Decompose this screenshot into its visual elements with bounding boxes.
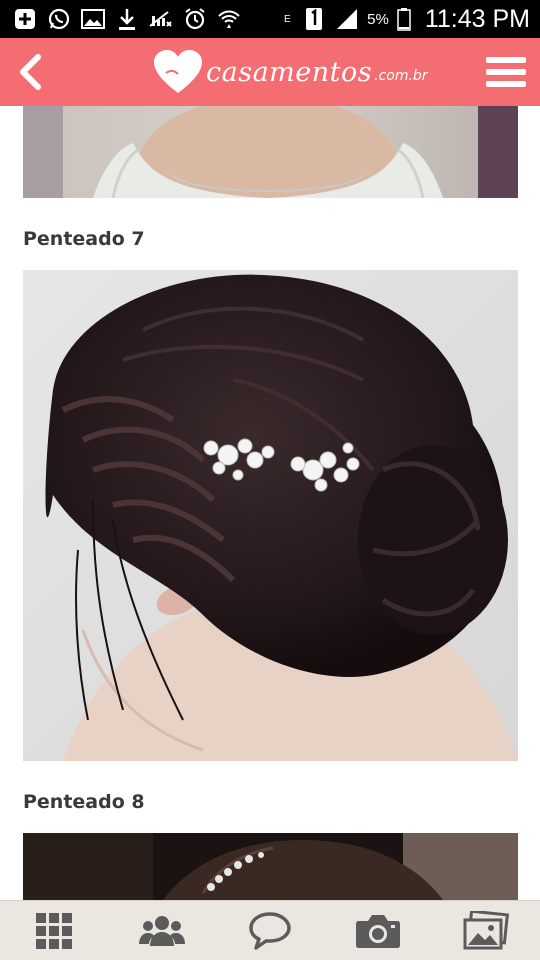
photos-icon <box>463 910 509 949</box>
grid-icon <box>36 912 72 949</box>
hairstyle-photo-6 <box>23 106 518 198</box>
chevron-left-icon <box>20 54 41 90</box>
signal-icon <box>334 7 360 31</box>
brand-logo[interactable]: casamentos .com.br <box>152 46 428 98</box>
gallery-icon <box>80 7 106 31</box>
brand-name: casamentos <box>206 56 373 88</box>
brand-suffix: .com.br <box>374 68 428 84</box>
hairstyle-photo-7 <box>23 270 518 761</box>
caption-penteado-8: Penteado 8 <box>23 791 145 813</box>
mute-icon <box>148 7 174 31</box>
nav-photos-button[interactable] <box>456 905 516 957</box>
battery-percent: 5% <box>367 10 389 28</box>
article-content[interactable]: Penteado 7 Penteado 8 <box>0 106 540 900</box>
bottom-navigation <box>0 900 540 960</box>
chat-bubble-icon <box>249 911 291 950</box>
nav-community-button[interactable] <box>132 905 192 957</box>
nav-chat-button[interactable] <box>240 905 300 957</box>
app-header: casamentos .com.br <box>0 38 540 106</box>
whatsapp-icon <box>46 7 72 31</box>
clock: 11:43 PM <box>424 4 530 33</box>
add-icon <box>12 7 38 31</box>
camera-icon <box>356 914 400 948</box>
edge-icon: E <box>282 7 294 31</box>
nav-grid-button[interactable] <box>24 905 84 957</box>
download-icon <box>114 7 140 31</box>
svg-text:E: E <box>284 14 291 25</box>
caption-penteado-7: Penteado 7 <box>23 228 145 250</box>
back-button[interactable] <box>12 50 48 94</box>
community-icon <box>139 915 185 946</box>
hamburger-menu-icon <box>486 57 526 63</box>
battery-icon <box>396 7 412 31</box>
wifi-icon <box>216 7 242 31</box>
alarm-icon <box>182 7 208 31</box>
sim-icon <box>301 7 327 31</box>
heart-icon <box>154 50 202 93</box>
status-bar: E 5% 11:43 PM <box>0 0 540 38</box>
hairstyle-photo-8 <box>23 833 518 900</box>
nav-camera-button[interactable] <box>348 905 408 957</box>
menu-button[interactable] <box>486 52 526 92</box>
